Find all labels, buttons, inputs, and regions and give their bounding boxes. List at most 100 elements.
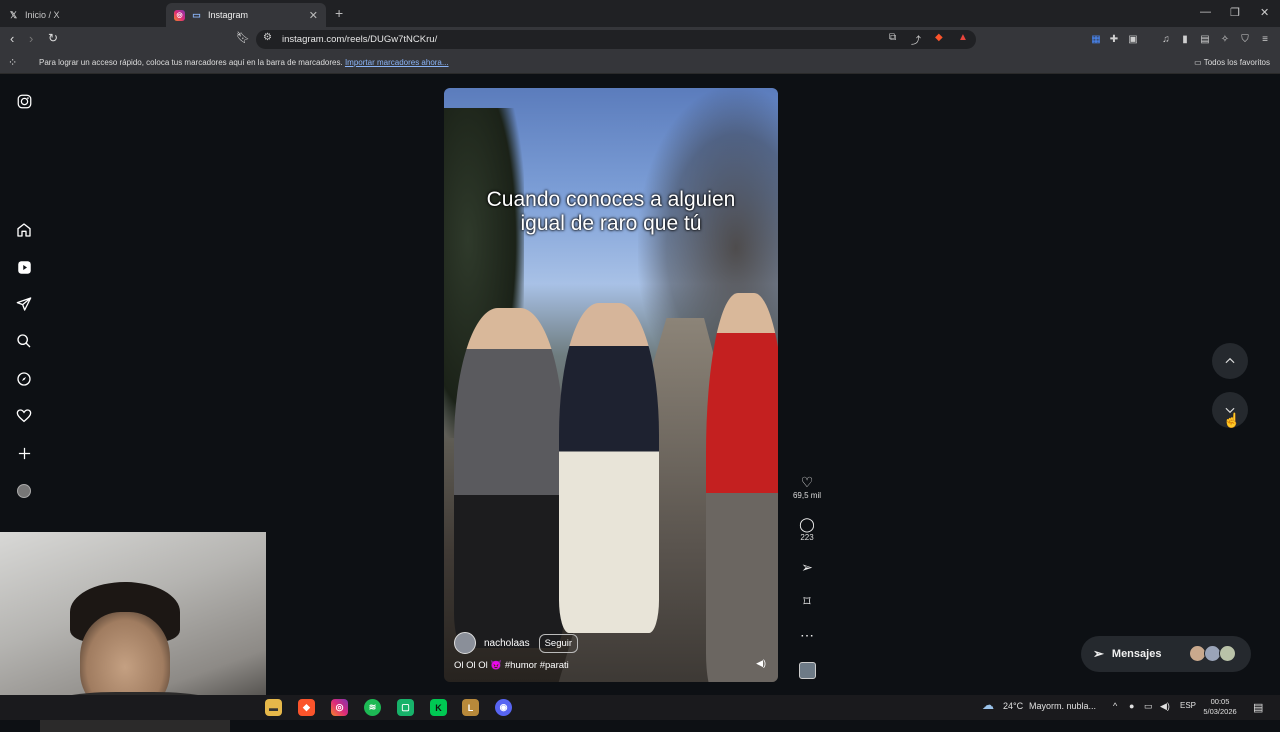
tray-chevron-up-icon[interactable]: ^ xyxy=(1113,701,1117,711)
reel-description: Ol Ol Ol 😈 #humor #parati xyxy=(454,660,569,671)
microphone-icon[interactable]: ● xyxy=(1129,701,1134,711)
language-indicator[interactable]: ESP xyxy=(1180,701,1196,710)
more-options-icon[interactable]: ⋯ xyxy=(790,627,824,644)
author-username[interactable]: nacholaas xyxy=(484,638,530,649)
sidebar-icon[interactable]: ▮ xyxy=(1179,33,1191,45)
chat-app-icon[interactable]: ▢ xyxy=(397,699,414,716)
apps-icon[interactable]: ⁘ xyxy=(8,56,17,69)
comment-action[interactable]: ◯ 223 xyxy=(790,516,824,542)
send-icon[interactable]: ➢ xyxy=(790,559,824,576)
home-icon[interactable] xyxy=(15,221,33,239)
chevron-up-icon xyxy=(1225,357,1235,364)
instagram-app-icon[interactable]: ◎ xyxy=(331,699,348,716)
wallet-icon[interactable]: ▤ xyxy=(1199,33,1211,45)
previous-reel-button[interactable] xyxy=(1212,343,1248,379)
webcam-overlay xyxy=(0,532,266,732)
instagram-logo-icon[interactable] xyxy=(15,92,33,110)
tab-instagram[interactable]: ◎ ▭ Instagram ✕ xyxy=(166,3,326,27)
tab-x[interactable]: 𝕏 Inicio / X xyxy=(0,3,166,27)
direct-messages-icon[interactable] xyxy=(15,295,33,313)
site-settings-icon[interactable]: ⚙ xyxy=(263,32,272,43)
follow-button[interactable]: Seguir xyxy=(538,633,579,653)
brave-rewards-icon[interactable]: ▲ xyxy=(958,32,968,43)
close-tab-icon[interactable]: ✕ xyxy=(309,9,318,22)
kick-icon[interactable]: K xyxy=(430,699,447,716)
comment-icon[interactable]: ◯ xyxy=(790,516,824,533)
close-window-button[interactable]: ✕ xyxy=(1260,6,1269,19)
more-options[interactable]: ⋯ xyxy=(790,627,824,644)
all-favorites-button[interactable]: ▭ Todos los favoritos xyxy=(1194,58,1270,67)
brave-browser-icon[interactable]: ◆ xyxy=(298,699,315,716)
profile-avatar[interactable] xyxy=(15,482,33,500)
extensions-puzzle-icon[interactable]: ✚ xyxy=(1108,33,1120,45)
tab-audio-icon: ▭ xyxy=(192,9,201,20)
leo-ai-icon[interactable]: ✧ xyxy=(1219,33,1231,45)
audio-thumbnail-icon[interactable] xyxy=(798,662,816,679)
league-icon[interactable]: L xyxy=(462,699,479,716)
mouse-cursor-icon: ☝ xyxy=(1223,412,1241,428)
video-person-left xyxy=(454,308,564,648)
reels-icon[interactable] xyxy=(15,258,33,276)
like-action[interactable]: ♡ 69,5 mil xyxy=(790,474,824,500)
back-button[interactable]: ‹ xyxy=(10,31,14,46)
menu-icon[interactable]: ≡ xyxy=(1259,33,1271,45)
clock-date: 5/03/2026 xyxy=(1203,707,1237,716)
like-count: 69,5 mil xyxy=(792,491,821,500)
media-icon[interactable]: ♫ xyxy=(1160,33,1172,45)
explore-icon[interactable] xyxy=(15,370,33,388)
reload-button[interactable]: ↻ xyxy=(48,31,58,45)
reel-caption: Cuando conoces a alguien igual de raro q… xyxy=(444,188,778,236)
import-bookmarks-link[interactable]: Importar marcadores ahora... xyxy=(345,58,449,67)
comment-count: 223 xyxy=(800,533,814,542)
notifications-icon[interactable]: ▤ xyxy=(1253,701,1263,714)
author-avatar[interactable] xyxy=(454,632,476,654)
reel-video[interactable]: Cuando conoces a alguien igual de raro q… xyxy=(444,88,778,682)
volume-icon[interactable]: ◀) xyxy=(1160,701,1170,712)
x-icon: 𝕏 xyxy=(9,9,18,20)
instagram-icon: ◎ xyxy=(174,9,185,21)
discord-icon[interactable]: ◉ xyxy=(495,699,512,716)
video-person-center xyxy=(559,303,659,633)
search-icon[interactable] xyxy=(15,332,33,350)
messages-label: Mensajes xyxy=(1111,648,1162,660)
weather-temp[interactable]: 24°C xyxy=(1003,701,1023,711)
save-action[interactable]: ⌑ xyxy=(790,593,824,610)
audio-icon[interactable]: ◀) xyxy=(756,658,766,669)
all-favorites-label: Todos los favoritos xyxy=(1203,58,1270,67)
open-in-app-icon[interactable]: ⧉ xyxy=(889,32,896,43)
system-clock[interactable]: 00:05 5/03/2026 xyxy=(1198,697,1242,717)
restore-button[interactable]: ❐ xyxy=(1230,6,1240,19)
message-avatar xyxy=(1219,645,1236,662)
minimize-button[interactable]: — xyxy=(1200,6,1211,18)
clock-time: 00:05 xyxy=(1210,697,1230,706)
weather-icon[interactable]: ☁ xyxy=(982,698,994,712)
audio-thumbnail[interactable] xyxy=(790,662,824,681)
url-text: instagram.com/reels/DUGw7tNCKru/ xyxy=(282,34,438,45)
caption-line-2: igual de raro que tú xyxy=(520,212,702,235)
file-explorer-icon[interactable]: ▬ xyxy=(265,699,282,716)
extension-icon[interactable]: ▦ xyxy=(1090,33,1102,45)
network-icon[interactable]: ▭ xyxy=(1144,701,1153,712)
tab-title: Inicio / X xyxy=(25,10,60,20)
notifications-heart-icon[interactable] xyxy=(15,407,33,425)
reel-author: nacholaas Seguir xyxy=(454,632,579,654)
create-plus-icon[interactable] xyxy=(15,444,33,462)
brave-shields-icon[interactable]: ◆ xyxy=(935,32,943,43)
new-tab-button[interactable]: + xyxy=(335,5,343,21)
address-bar[interactable]: instagram.com/reels/DUGw7tNCKru/ xyxy=(256,30,976,49)
like-heart-icon[interactable]: ♡ xyxy=(790,474,824,491)
weather-desc[interactable]: Mayorm. nubla... xyxy=(1029,701,1096,711)
share-action[interactable]: ➢ xyxy=(790,559,824,576)
save-bookmark-icon[interactable]: ⌑ xyxy=(790,593,824,610)
forward-button[interactable]: › xyxy=(29,31,33,46)
video-person-right xyxy=(706,293,778,682)
vpn-icon[interactable]: ⛉ xyxy=(1239,33,1251,45)
spotify-icon[interactable]: ≋ xyxy=(364,699,381,716)
bookmark-icon[interactable]: 🔖︎ xyxy=(236,31,250,44)
screenshot-icon[interactable]: ▣ xyxy=(1127,33,1139,45)
caption-line-1: Cuando conoces a alguien xyxy=(486,188,736,211)
bookmarks-bar: ⁘ Para lograr un acceso rápido, coloca t… xyxy=(0,52,1280,74)
messages-button[interactable]: ➢ Mensajes xyxy=(1081,636,1251,672)
tab-title: Instagram xyxy=(208,10,249,20)
share-icon[interactable]: ⤴ xyxy=(911,32,921,47)
